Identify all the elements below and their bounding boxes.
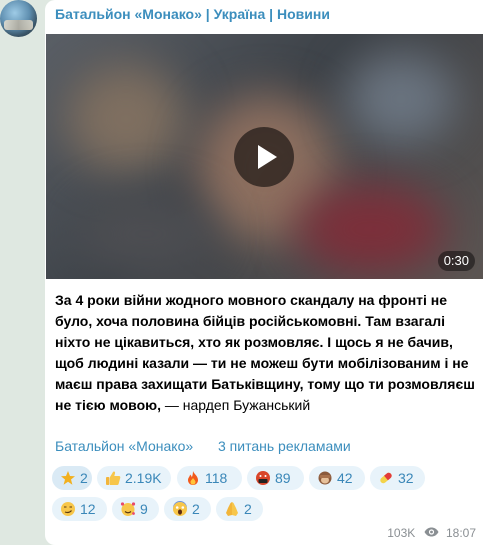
reaction-star[interactable]: 2: [52, 466, 92, 490]
reaction-see-no-evil-monkey[interactable]: 42: [309, 466, 365, 490]
reaction-count: 2.19K: [125, 470, 162, 486]
reaction-count: 9: [140, 501, 148, 517]
reaction-count: 2: [244, 501, 252, 517]
reaction-count: 89: [275, 470, 291, 486]
reaction-folded-hands[interactable]: 2: [216, 497, 263, 521]
reaction-cursing-face[interactable]: 89: [247, 466, 304, 490]
reaction-count: 118: [205, 470, 228, 486]
message-time: 18:07: [445, 525, 476, 540]
screaming-face-icon: [173, 501, 187, 516]
video-duration: 0:30: [437, 251, 475, 271]
play-icon: [258, 145, 277, 169]
reaction-screaming-face[interactable]: 2: [164, 497, 211, 521]
folded-hands-icon: [226, 502, 238, 516]
channel-avatar[interactable]: [0, 0, 37, 37]
play-button[interactable]: [234, 127, 294, 187]
video-preview[interactable]: 0:30: [46, 34, 483, 279]
pill-icon: [380, 472, 392, 484]
channel-link[interactable]: Батальйон «Монако»: [55, 438, 193, 454]
reaction-count: 32: [398, 470, 414, 486]
reaction-pill[interactable]: 32: [370, 466, 425, 490]
eye-icon: [424, 526, 439, 540]
channel-title[interactable]: Батальйон «Монако» | Україна | Новини: [55, 6, 330, 22]
cursing-face-icon: [256, 471, 270, 485]
post-text-bold: За 4 роки війни жодного мовного скандалу…: [55, 292, 475, 413]
reaction-count: 42: [337, 470, 353, 486]
message-meta: 103K 18:07: [387, 525, 476, 541]
reaction-count: 2: [192, 501, 200, 517]
message-bubble: Батальйон «Монако» | Україна | Новини 0:…: [45, 0, 488, 545]
reaction-count: 2: [80, 470, 88, 486]
thumbs-up-icon: [106, 471, 121, 485]
reaction-smirk-face[interactable]: 12: [52, 497, 107, 521]
post-text: За 4 роки війни жодного мовного скандалу…: [55, 290, 475, 416]
reaction-fire[interactable]: 118: [177, 466, 242, 490]
post-links: Батальйон «Монако» 3 питань рекламами: [55, 438, 351, 454]
reaction-count: 12: [80, 501, 96, 517]
post-text-attribution: — нардеп Бужанський: [161, 397, 311, 413]
smiling-hearts-face-icon: [120, 502, 136, 516]
reaction-thumbs-up[interactable]: 2.19K: [97, 466, 171, 490]
smirk-face-icon: [61, 502, 75, 516]
fire-icon: [188, 471, 198, 485]
reaction-smiling-hearts-face[interactable]: 9: [112, 497, 159, 521]
star-icon: [61, 471, 75, 485]
view-count: 103K: [387, 525, 416, 540]
see-no-evil-monkey-icon: [318, 471, 332, 485]
ads-link[interactable]: 3 питань рекламами: [218, 438, 351, 454]
